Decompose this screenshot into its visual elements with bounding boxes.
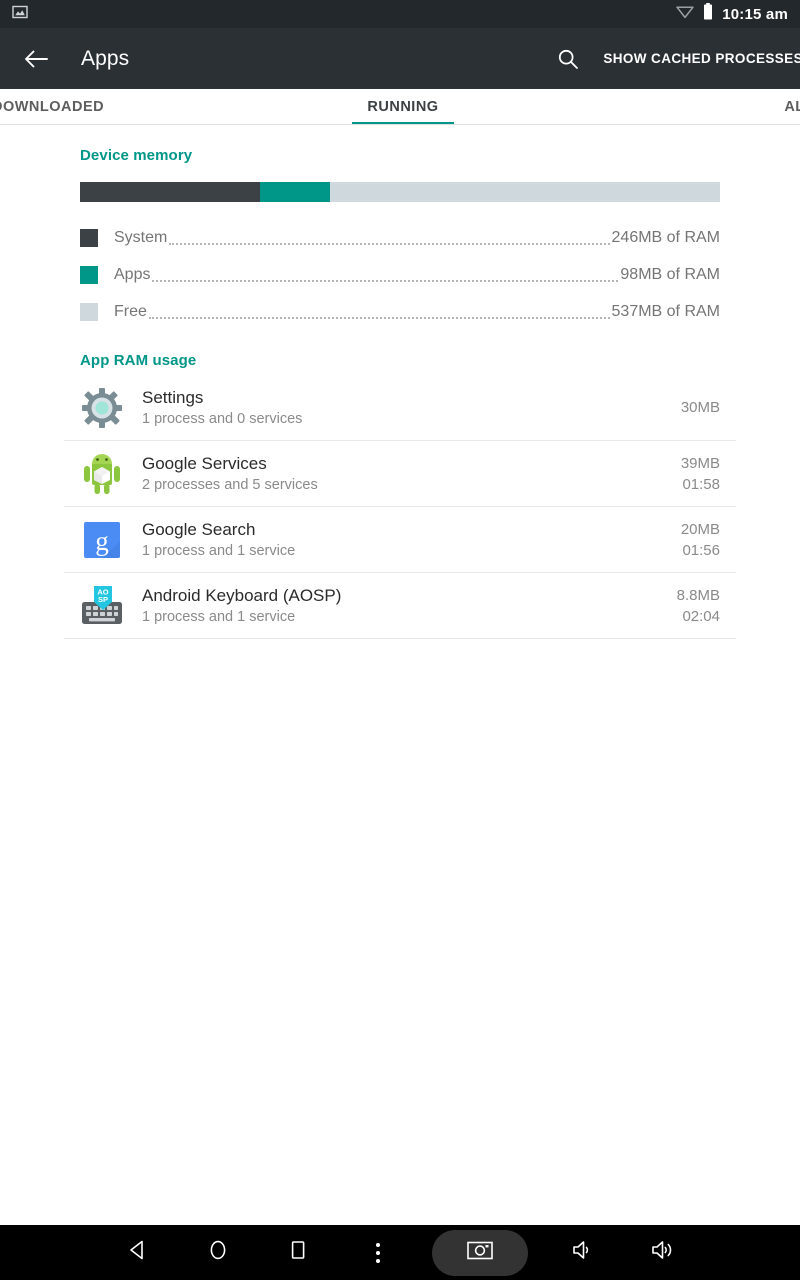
list-item-meta: 39MB 01:58 xyxy=(681,453,720,495)
back-triangle-icon xyxy=(127,1239,149,1266)
status-bar-notifications xyxy=(12,4,28,25)
home-circle-icon xyxy=(207,1239,229,1266)
app-ram-usage-list: Settings 1 process and 0 services 30MB G… xyxy=(0,375,800,639)
running-apps-content: Device memory System 246MB of RAM Apps 9… xyxy=(0,125,800,639)
list-item-meta: 8.8MB 02:04 xyxy=(677,585,720,627)
app-ram-size: 30MB xyxy=(680,398,720,416)
legend-label-apps: Apps xyxy=(114,265,151,283)
app-runtime: 01:58 xyxy=(682,475,720,493)
legend-leader xyxy=(148,304,610,319)
nav-home-button[interactable] xyxy=(192,1231,244,1275)
legend-value-system: 246MB of RAM xyxy=(611,228,720,246)
page-title: Apps xyxy=(81,46,130,70)
camera-screenshot-icon xyxy=(465,1238,495,1267)
app-subtitle: 2 processes and 5 services xyxy=(142,476,318,493)
status-bar-clock: 10:15 am xyxy=(722,5,788,23)
svg-text:SP: SP xyxy=(98,595,108,604)
app-name: Google Services xyxy=(142,453,267,473)
app-name: Google Search xyxy=(142,519,256,539)
legend-leader xyxy=(152,267,619,282)
app-ram-usage-header: App RAM usage xyxy=(80,352,197,369)
status-bar: 10:15 am xyxy=(0,0,800,28)
volume-up-icon xyxy=(650,1238,674,1267)
device-memory-legend: System 246MB of RAM Apps 98MB of RAM Fre… xyxy=(80,219,720,330)
menu-dot xyxy=(376,1242,380,1247)
legend-swatch-system xyxy=(80,228,98,247)
wifi-icon xyxy=(676,4,694,24)
nav-menu-button[interactable] xyxy=(352,1231,404,1275)
device-memory-header: Device memory xyxy=(80,147,193,164)
list-item-text: Settings 1 process and 0 services xyxy=(142,387,681,429)
action-bar: Apps SHOW CACHED PROCESSES xyxy=(0,28,800,89)
back-button[interactable] xyxy=(14,37,58,81)
legend-leader xyxy=(169,230,610,245)
memory-segment-apps xyxy=(259,182,330,202)
nav-volume-down-button[interactable] xyxy=(556,1231,608,1275)
app-subtitle: 1 process and 1 service xyxy=(142,542,296,559)
tab-downloaded[interactable]: DOWNLOADED xyxy=(0,89,192,124)
list-item[interactable]: Google Services 2 processes and 5 servic… xyxy=(64,441,736,507)
battery-full-icon xyxy=(703,3,713,25)
volume-down-icon xyxy=(570,1238,594,1267)
menu-dot xyxy=(376,1258,380,1263)
memory-segment-system xyxy=(80,182,260,202)
legend-value-apps: 98MB of RAM xyxy=(620,265,720,283)
recents-square-icon xyxy=(287,1239,309,1266)
app-name: Settings xyxy=(142,387,204,407)
settings-gear-icon xyxy=(80,386,124,430)
legend-row-free: Free 537MB of RAM xyxy=(80,293,720,330)
device-memory-bar xyxy=(80,182,720,202)
memory-segment-free xyxy=(329,182,720,202)
navigation-bar xyxy=(0,1225,800,1280)
menu-dot xyxy=(376,1250,380,1255)
legend-swatch-free xyxy=(80,302,98,321)
svg-text:g: g xyxy=(95,526,109,556)
tab-all[interactable]: ALL xyxy=(614,89,800,124)
list-item-meta: 30MB xyxy=(681,397,720,419)
legend-label-free: Free xyxy=(114,302,147,320)
app-ram-size: 20MB xyxy=(680,520,720,538)
app-name: Android Keyboard (AOSP) xyxy=(142,585,342,605)
nav-back-button[interactable] xyxy=(112,1231,164,1275)
legend-label-system: System xyxy=(114,228,168,246)
list-item-meta: 20MB 01:56 xyxy=(681,519,720,561)
list-item[interactable]: AO SP Android Keyboard (AOSP) 1 process … xyxy=(64,573,736,639)
tab-bar: DOWNLOADED RUNNING ALL xyxy=(0,89,800,125)
nav-volume-up-button[interactable] xyxy=(636,1231,688,1275)
list-item-text: Google Search 1 process and 1 service xyxy=(142,519,681,561)
search-icon[interactable] xyxy=(551,42,585,76)
tab-running[interactable]: RUNNING xyxy=(192,89,614,124)
app-ram-size: 8.8MB xyxy=(676,586,720,604)
list-item-text: Google Services 2 processes and 5 servic… xyxy=(142,453,681,495)
android-robot-icon xyxy=(80,452,124,496)
screenshot-image-icon xyxy=(12,4,28,25)
android-keyboard-icon: AO SP xyxy=(80,584,124,628)
nav-recents-button[interactable] xyxy=(272,1231,324,1275)
app-subtitle: 1 process and 1 service xyxy=(142,608,296,625)
list-item[interactable]: Settings 1 process and 0 services 30MB xyxy=(64,375,736,441)
list-item[interactable]: g Google Search 1 process and 1 service … xyxy=(64,507,736,573)
action-bar-actions: SHOW CACHED PROCESSES xyxy=(551,28,800,89)
status-bar-indicators: 10:15 am xyxy=(676,3,788,25)
legend-row-apps: Apps 98MB of RAM xyxy=(80,256,720,293)
google-search-g-icon: g xyxy=(80,518,124,562)
legend-row-system: System 246MB of RAM xyxy=(80,219,720,256)
overflow-menu-icon xyxy=(376,1242,380,1263)
app-subtitle: 1 process and 0 services xyxy=(142,410,303,427)
list-item-text: Android Keyboard (AOSP) 1 process and 1 … xyxy=(142,585,677,627)
show-cached-processes-button[interactable]: SHOW CACHED PROCESSES xyxy=(603,51,800,66)
nav-screenshot-button[interactable] xyxy=(432,1229,528,1276)
app-runtime: 02:04 xyxy=(682,607,720,625)
app-ram-size: 39MB xyxy=(680,454,720,472)
legend-swatch-apps xyxy=(80,265,98,284)
app-runtime: 01:56 xyxy=(682,541,720,559)
legend-value-free: 537MB of RAM xyxy=(611,302,720,320)
